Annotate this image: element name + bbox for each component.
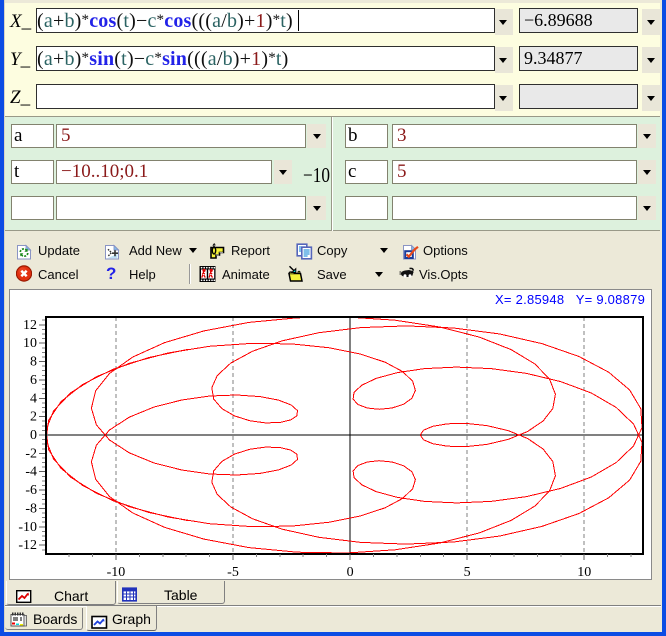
svg-text:2: 2: [30, 410, 37, 425]
svg-text:5: 5: [464, 565, 471, 580]
svg-text:8: 8: [30, 355, 37, 370]
svg-text:-6: -6: [25, 483, 37, 498]
svg-text:10: 10: [577, 565, 591, 580]
svg-text:-2: -2: [25, 446, 37, 461]
svg-text:-12: -12: [18, 538, 37, 553]
svg-text:4: 4: [30, 391, 37, 406]
svg-text:-4: -4: [25, 465, 37, 480]
svg-text:-5: -5: [227, 565, 239, 580]
svg-text:10: 10: [23, 336, 37, 351]
svg-text:-10: -10: [107, 565, 126, 580]
svg-text:-8: -8: [25, 501, 37, 516]
svg-text:0: 0: [30, 428, 37, 443]
svg-text:-10: -10: [18, 520, 37, 535]
svg-text:6: 6: [30, 373, 37, 388]
svg-text:0: 0: [347, 565, 354, 580]
svg-text:12: 12: [23, 318, 37, 333]
